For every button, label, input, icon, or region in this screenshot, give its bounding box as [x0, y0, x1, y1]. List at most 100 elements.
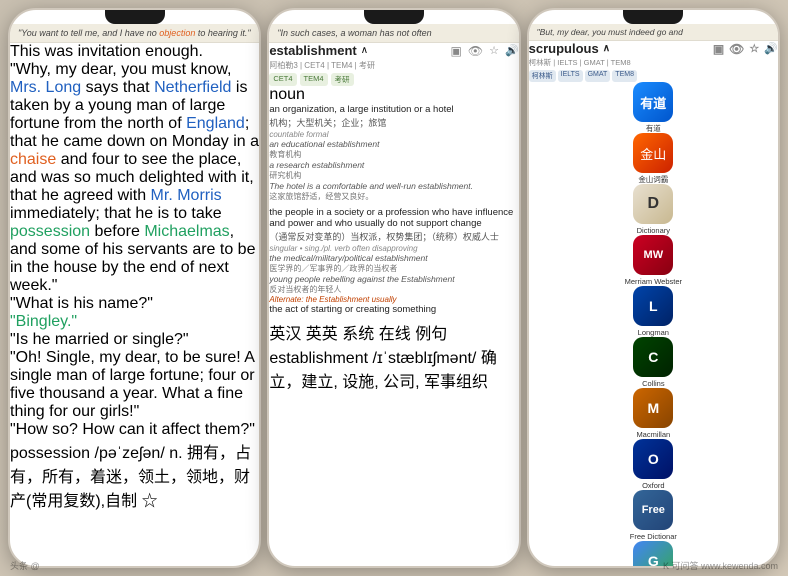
app-icon-google-dict: G	[633, 541, 673, 566]
tab-zaixian-2[interactable]: 在线	[379, 326, 411, 343]
mr-morris-highlight[interactable]: Mr. Morris	[151, 187, 222, 204]
tab-xitong-2[interactable]: 系统	[342, 326, 374, 343]
chaise-highlight[interactable]: chaise	[10, 151, 56, 168]
app-icon-youdao: 有道	[633, 82, 673, 122]
objection-word[interactable]: objection	[159, 28, 195, 38]
phone2-bottom-bar: establishment /ɪˈstæblɪʃmənt/ 确立，建立, 设施,…	[269, 344, 518, 392]
app-jinshan[interactable]: 金山 金山词霸	[529, 133, 778, 184]
app-label-jinshan: 金山词霸	[638, 175, 668, 184]
phone1-quote-text: "You want to tell me, and I have no obje…	[18, 28, 251, 38]
app-oxford[interactable]: O Oxford	[529, 439, 778, 490]
mrs-long-highlight[interactable]: Mrs. Long	[10, 79, 81, 96]
copy-icon-2[interactable]: ▣	[451, 44, 462, 58]
app-merriam[interactable]: MW Merriam Webster	[529, 235, 778, 286]
app-macmillan[interactable]: M Macmillan	[529, 388, 778, 439]
eye-icon-2[interactable]: 👁	[468, 44, 483, 58]
star-icon-2[interactable]: ☆	[489, 44, 499, 58]
def1-en: an organization, a large institution or …	[269, 104, 518, 115]
app-icon-merriam: MW	[633, 235, 673, 275]
def1-zh: 机构；大型机关；企业；旅馆	[269, 116, 518, 129]
star-icon-1[interactable]: ☆	[142, 493, 158, 510]
chevron-icon-2[interactable]: ∧	[361, 45, 368, 56]
phone-story: "You want to tell me, and I have no obje…	[8, 8, 261, 568]
bottom-phonetic-2: /ɪˈstæblɪʃmənt/	[373, 350, 477, 367]
app-icon-jinshan: 金山	[633, 133, 673, 173]
pos-2: noun	[269, 86, 518, 104]
dict-tags-2: CET4 TEM4 考研	[269, 73, 518, 86]
tab-yinghan-2[interactable]: 英汉	[269, 326, 301, 343]
def1-label: countable formal	[269, 130, 518, 139]
app-label-collins: Collins	[642, 379, 665, 388]
app-icon-dictionary: D	[633, 184, 673, 224]
def2-ex-zh: 医学界的／军事界的／政界的当权者	[269, 263, 518, 274]
possession-highlight[interactable]: possession	[10, 223, 90, 240]
tag-cet4: CET4	[269, 73, 296, 86]
tab-yingying-2[interactable]: 英英	[306, 326, 338, 343]
app-longman[interactable]: L Longman	[529, 286, 778, 337]
bottom-word-2[interactable]: establishment	[269, 350, 368, 367]
app-label-longman: Longman	[638, 328, 669, 337]
bottom-word-1[interactable]: possession	[10, 445, 90, 462]
app-icon-oxford: O	[633, 439, 673, 479]
copy-icon-3[interactable]: ▣	[713, 42, 724, 56]
dict-phonetic-3: 柯林斯 | IELTS | GMAT | TEM8	[529, 57, 778, 68]
dict-icons-3: ▣ 👁 ☆ 🔊	[713, 42, 778, 56]
phone-notch-3	[623, 10, 683, 24]
tag-ielts: IELTS	[558, 70, 583, 82]
netherfield-highlight[interactable]: Netherfield	[154, 79, 231, 96]
michaelmas-highlight[interactable]: Michaelmas	[144, 223, 229, 240]
app-google-dict[interactable]: G Google Dictionar	[529, 541, 778, 566]
dict-header-2: establishment ∧ ▣ 👁 ☆ 🔊 阿柏勒3 | CET4 | TE…	[269, 43, 518, 86]
chevron-icon-3[interactable]: ∧	[603, 43, 610, 54]
def1-ex2-zh: 研究机构	[269, 170, 518, 181]
phone1-content: "You want to tell me, and I have no obje…	[10, 24, 259, 566]
app-collins[interactable]: C Collins	[529, 337, 778, 388]
phone-apps: "But, my dear, you must indeed go and sc…	[527, 8, 780, 568]
story-para5: "Is he married or single?"	[10, 331, 259, 349]
tag-collins: 柯林斯	[529, 70, 556, 82]
app-label-youdao: 有道	[646, 124, 661, 133]
tab-liju-2[interactable]: 例句	[415, 326, 447, 343]
dict-body-2: an organization, a large institution or …	[269, 104, 518, 320]
phone-notch-2	[364, 10, 424, 24]
dict-header-3: scrupulous ∧ ▣ 👁 ☆ 🔊 柯林斯 | IELTS | GMAT …	[529, 41, 778, 82]
app-dictionary[interactable]: D Dictionary	[529, 184, 778, 235]
dict-tags-3: 柯林斯 IELTS GMAT TEM8	[529, 70, 778, 82]
phone-dictionary: "In such cases, a woman has not often es…	[267, 8, 520, 568]
def1-ex3-zh: 这家旅馆舒适，经营又良好。	[269, 191, 518, 202]
story-para4: "Bingley."	[10, 313, 259, 331]
app-icon-collins: C	[633, 337, 673, 377]
star-icon-3[interactable]: ☆	[749, 42, 759, 56]
eye-icon-3[interactable]: 👁	[729, 42, 744, 56]
dict-word-3: scrupulous	[529, 41, 599, 56]
def2-ex2: young people rebelling against the Estab…	[269, 274, 518, 284]
bingley-highlight[interactable]: "Bingley."	[10, 313, 77, 330]
speaker-icon-2[interactable]: 🔊	[505, 44, 519, 58]
phone2-quote: "In such cases, a woman has not often	[269, 24, 518, 43]
app-label-merriam: Merriam Webster	[625, 277, 682, 286]
def3-en: the act of starting or creating somethin…	[269, 304, 518, 315]
tag-kaoy: 考研	[331, 73, 354, 86]
tag-tem8: TEM8	[612, 70, 637, 82]
phone3-content: "But, my dear, you must indeed go and sc…	[529, 24, 778, 566]
bottom-tabs-2: 英汉 英英 系统 在线 例句	[269, 320, 518, 344]
phone2-content: "In such cases, a woman has not often es…	[269, 24, 518, 566]
app-freedict[interactable]: Free Free Dictionar	[529, 490, 778, 541]
story-para2: "Why, my dear, you must know, Mrs. Long …	[10, 61, 259, 295]
app-label-macmillan: Macmillan	[636, 430, 670, 439]
alternate-label: Alternate: the Establishment usually	[269, 295, 518, 304]
speaker-icon-3[interactable]: 🔊	[764, 42, 778, 56]
def-block-1: an organization, a large institution or …	[269, 104, 518, 202]
bottom-pos-1: n.	[169, 445, 182, 462]
tag-tem4: TEM4	[300, 73, 328, 86]
app-youdao[interactable]: 有道 有道	[529, 82, 778, 133]
def1-ex2: a research establishment	[269, 160, 518, 170]
dict-word-row-2: establishment ∧ ▣ 👁 ☆ 🔊	[269, 43, 518, 58]
app-icon-freedict: Free	[633, 490, 673, 530]
england-highlight[interactable]: England	[186, 115, 245, 132]
phone1-story: This was invitation enough. "Why, my dea…	[10, 43, 259, 439]
bottom-phonetic-1: /pəˈzeʃən/	[95, 445, 165, 462]
story-para1: This was invitation enough.	[10, 43, 259, 61]
app-label-oxford: Oxford	[642, 481, 665, 490]
def1-ex3: The hotel is a comfortable and well-run …	[269, 181, 518, 191]
